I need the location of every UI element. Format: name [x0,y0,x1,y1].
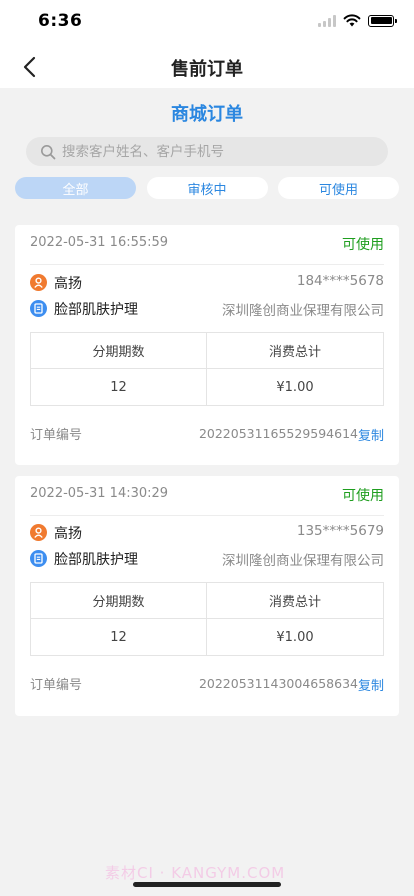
customer-phone: 184****5678 [296,273,384,289]
status-icons [318,14,397,27]
document-icon [30,300,47,317]
order-card-header: 2022-05-31 16:55:59 可使用 [30,225,384,265]
company-name: 深圳隆创商业保理有限公司 [222,303,384,319]
order-number: 20220531143004658634 [198,676,358,691]
status-time: 6:36 [38,11,83,31]
order-status: 可使用 [342,488,384,504]
table-header-installments: 分期期数 [31,583,207,619]
order-number-row: 订单编号 20220531143004658634 复制 [30,670,384,700]
customer-row: 高扬 184****5678 [30,270,384,296]
company-name: 深圳隆创商业保理有限公司 [222,553,384,569]
search-input[interactable] [62,143,362,160]
table-header-total: 消费总计 [207,583,383,619]
table-header-installments: 分期期数 [31,333,207,369]
order-summary-table: 分期期数 消费总计 12 ¥1.00 [30,332,384,406]
person-icon [30,524,47,541]
status-bar: 6:36 [0,0,414,46]
total-value: ¥1.00 [276,629,314,645]
order-card[interactable]: 2022-05-31 14:30:29 可使用 高扬 135****5679 脸… [15,476,399,716]
filter-tabs: 全部 审核中 可使用 [15,177,399,199]
page-title: 售前订单 [171,59,243,80]
product-name: 脸部肌肤护理 [54,302,138,318]
table-header-total: 消费总计 [207,333,383,369]
battery-icon [368,14,397,27]
document-icon [30,550,47,567]
nav-bar: 售前订单 [0,46,414,88]
order-number-label: 订单编号 [30,678,83,693]
order-card[interactable]: 2022-05-31 16:55:59 可使用 高扬 184****5678 脸… [15,225,399,465]
product-row: 脸部肌肤护理 深圳隆创商业保理有限公司 [30,546,384,572]
customer-name: 高扬 [54,526,82,542]
order-time: 2022-05-31 16:55:59 [30,235,169,250]
installments-value: 12 [31,369,207,405]
customer-phone: 135****5679 [296,523,384,539]
tab-all[interactable]: 全部 [15,177,136,199]
order-time: 2022-05-31 14:30:29 [30,486,169,501]
product-name: 脸部肌肤护理 [54,552,138,568]
section-title: 商城订单 [171,104,243,125]
order-number-row: 订单编号 20220531165529594614 复制 [30,420,384,450]
order-number: 20220531165529594614 [198,426,358,441]
order-summary-table: 分期期数 消费总计 12 ¥1.00 [30,582,384,656]
home-indicator[interactable] [133,882,281,887]
wifi-icon [343,14,361,27]
customer-name: 高扬 [54,276,82,292]
tab-usable[interactable]: 可使用 [278,177,399,199]
total-value: ¥1.00 [276,379,314,395]
customer-row: 高扬 135****5679 [30,520,384,546]
product-row: 脸部肌肤护理 深圳隆创商业保理有限公司 [30,296,384,322]
installments-value: 12 [31,619,207,655]
copy-button[interactable]: 复制 [358,675,384,694]
order-status: 可使用 [342,237,384,253]
copy-button[interactable]: 复制 [358,425,384,444]
cellular-signal-icon [318,14,336,27]
person-icon [30,274,47,291]
order-number-label: 订单编号 [30,428,83,443]
watermark: 素材CI · KANGYM.COM [105,864,286,882]
tab-reviewing[interactable]: 审核中 [146,177,268,199]
search-bar[interactable] [26,137,388,166]
order-card-header: 2022-05-31 14:30:29 可使用 [30,476,384,516]
search-icon [41,144,56,159]
